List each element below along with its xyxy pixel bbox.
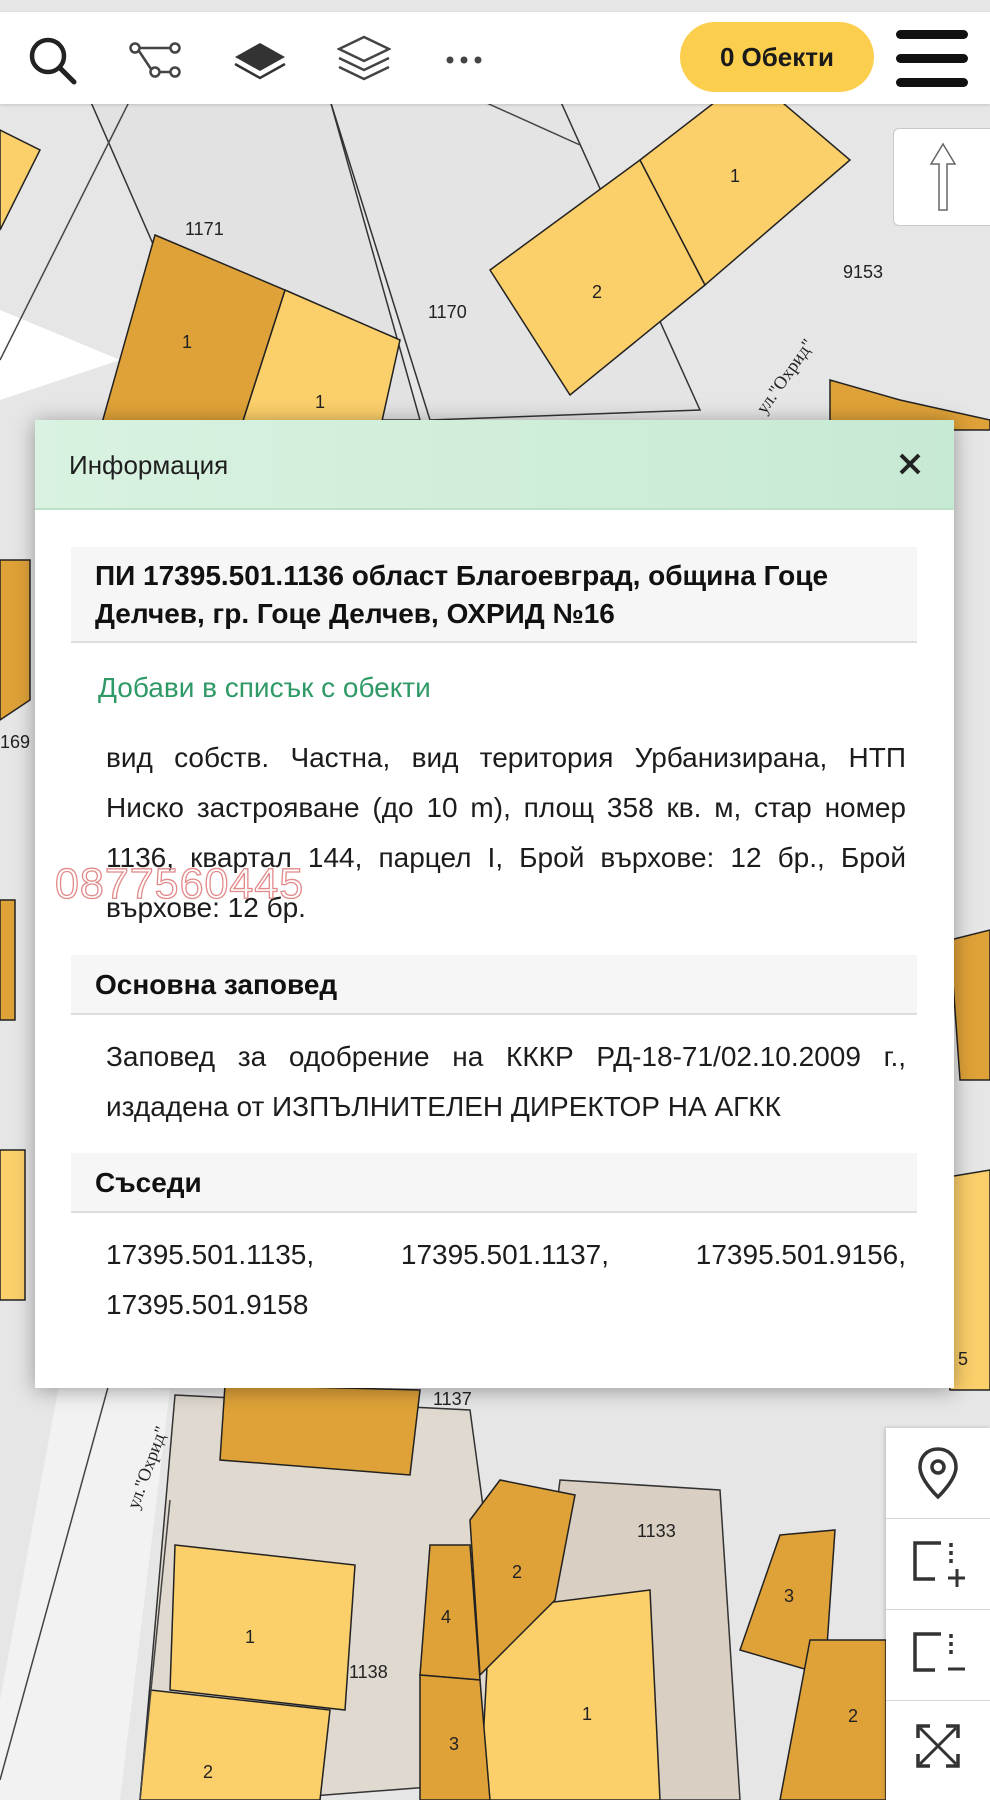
order-heading: Основна заповед: [71, 955, 917, 1015]
street-label: ул."Охрид": [752, 335, 818, 417]
order-text: Заповед за одобрение на КККР РД-18-71/02…: [106, 1041, 906, 1122]
layers-icon[interactable]: [336, 32, 392, 88]
neighbors-heading: Съседи: [71, 1153, 917, 1213]
building: [219, 1384, 421, 1476]
phone-watermark: 0877560445: [54, 859, 305, 908]
building: [139, 1689, 331, 1800]
parcel-label: 4: [441, 1607, 451, 1627]
building: [0, 559, 31, 721]
add-area-icon[interactable]: [886, 1519, 990, 1610]
building: [0, 129, 42, 231]
route-icon[interactable]: [128, 32, 184, 88]
parcel-label: 3: [449, 1734, 459, 1754]
dialog-header: Информация: [35, 420, 954, 510]
fullscreen-icon[interactable]: [886, 1701, 990, 1791]
parcel-label: 2: [848, 1706, 858, 1726]
neighbors-text: 17395.501.1135, 17395.501.1137, 17395.50…: [106, 1239, 906, 1320]
objects-label: Обекти: [741, 41, 834, 72]
remove-area-icon[interactable]: [886, 1610, 990, 1701]
parcel-label: 1133: [637, 1521, 676, 1541]
menu-icon[interactable]: [896, 30, 968, 88]
parcel-label: 3: [784, 1586, 794, 1606]
parcel-label: 1: [245, 1627, 255, 1647]
parcel-label: 169: [0, 732, 30, 752]
building: [949, 929, 990, 1081]
parcel-label: 1: [182, 332, 192, 352]
top-toolbar: 0 Обекти: [0, 12, 990, 104]
building: [169, 1544, 356, 1711]
add-to-list-link[interactable]: Добави в списък с обекти: [98, 672, 431, 704]
parcel-label: 2: [203, 1762, 213, 1782]
parcel-label: 1137: [433, 1389, 472, 1409]
parcel-label: 9153: [843, 262, 883, 282]
more-icon[interactable]: [436, 32, 492, 88]
objects-count: 0: [720, 41, 735, 72]
info-dialog: Информация ПИ 17395.501.1136 област Благ…: [35, 420, 954, 1388]
building: [0, 899, 16, 1021]
building: [0, 1149, 26, 1301]
parcel-label: 5: [958, 1349, 968, 1369]
parcel-label: 1: [730, 166, 740, 186]
layer-icon[interactable]: [232, 32, 288, 88]
dialog-title: Информация: [69, 450, 229, 480]
parcel-label: 2: [592, 282, 602, 302]
property-heading: ПИ 17395.501.1136 област Благоевград, об…: [71, 547, 917, 643]
parcel-label: 1171: [185, 219, 224, 239]
search-icon[interactable]: [24, 32, 80, 88]
map-tools-panel: [886, 1428, 990, 1800]
parcel-label: 1170: [428, 302, 467, 322]
parcel-label: 2: [512, 1562, 522, 1582]
close-icon[interactable]: [888, 442, 932, 486]
map-pin-icon[interactable]: [886, 1428, 990, 1519]
parcel-label: 1138: [349, 1662, 388, 1682]
parcel-label: 1: [315, 392, 325, 412]
objects-button[interactable]: 0 Обекти: [680, 22, 874, 92]
north-arrow-icon[interactable]: [893, 128, 990, 226]
parcel-label: 1: [582, 1704, 592, 1724]
